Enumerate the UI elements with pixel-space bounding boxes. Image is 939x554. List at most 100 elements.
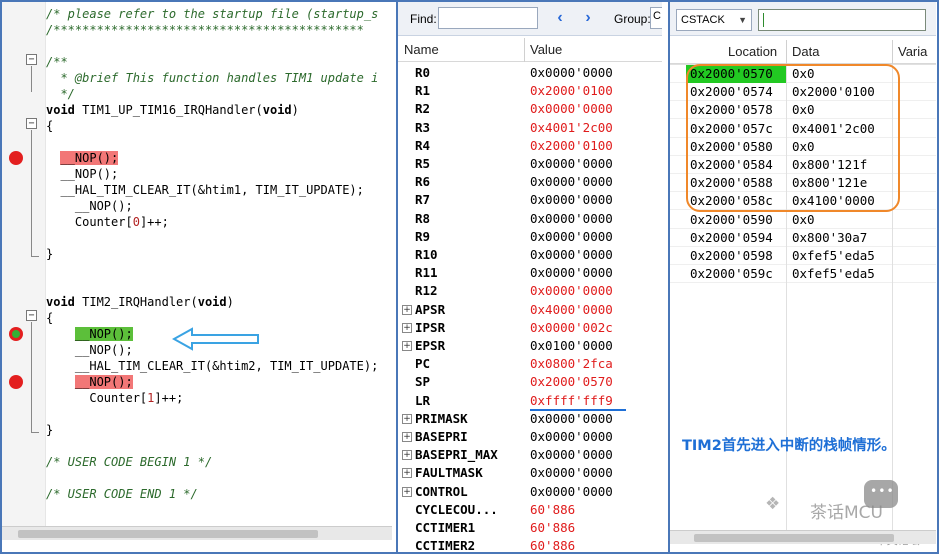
register-value[interactable]: 60'886 [530,519,575,537]
column-header-location[interactable]: Location [728,44,777,59]
code-line[interactable]: void TIM1_UP_TIM16_IRQHandler(void) [46,102,299,118]
register-row[interactable]: + BASEPRI_MAX 0x0000'0000 [398,446,662,464]
column-header-name[interactable]: Name [404,42,439,57]
register-value[interactable]: 0x0000'0000 [530,428,613,446]
register-value[interactable]: 0x0000'0000 [530,100,613,118]
expand-icon[interactable]: + [402,486,412,497]
register-row[interactable]: LR 0xffff'fff9 [398,392,662,410]
code-line[interactable]: __HAL_TIM_CLEAR_IT(&htim1, TIM_IT_UPDATE… [46,182,363,198]
register-value[interactable]: 0x4001'2c00 [530,119,613,137]
register-value[interactable]: 0x0000'0000 [530,210,613,228]
scrollbar-thumb[interactable] [694,534,894,542]
scrollbar-thumb[interactable] [18,530,318,538]
register-row[interactable]: + APSR 0x4000'0000 [398,301,662,319]
code-line[interactable]: __NOP(); [46,342,133,358]
code-line[interactable]: /* USER CODE END 1 */ [46,486,198,502]
register-row[interactable]: + CONTROL 0x0000'0000 [398,483,662,501]
stack-row[interactable]: 0x2000'0590 0x0 [670,211,936,229]
code-line[interactable]: __NOP(); [46,198,133,214]
register-row[interactable]: SP 0x2000'0570 [398,373,662,391]
register-value[interactable]: 0x0000'0000 [530,64,613,82]
register-value[interactable]: 0xffff'fff9 [530,392,613,410]
expand-icon[interactable]: + [402,341,412,351]
register-row[interactable]: R1 0x2000'0100 [398,82,662,100]
editor-gutter[interactable] [2,2,46,540]
column-header-value[interactable]: Value [530,42,562,57]
stack-expression-field[interactable] [758,9,926,31]
register-value[interactable]: 0x2000'0100 [530,82,613,100]
code-line[interactable]: Counter[0]++; [46,214,169,230]
group-select[interactable]: C [650,7,662,29]
register-row[interactable]: + IPSR 0x0000'002c [398,319,662,337]
register-value[interactable]: 0x0000'0000 [530,282,613,300]
register-value[interactable]: 0x2000'0570 [530,373,613,391]
stack-horizontal-scrollbar[interactable] [670,530,936,544]
register-row[interactable]: R8 0x0000'0000 [398,210,662,228]
breakpoint-icon[interactable] [9,151,23,165]
code-line[interactable]: __NOP(); [46,150,119,166]
stack-row[interactable]: 0x2000'0598 0xfef5'eda5 [670,247,936,265]
expand-icon[interactable]: + [402,304,412,315]
register-value[interactable]: 0x0000'0000 [530,173,613,191]
register-value[interactable]: 0x0000'0000 [530,483,613,501]
code-line[interactable]: Counter[1]++; [46,390,183,406]
code-line[interactable]: /** [46,54,68,70]
register-value[interactable]: 0x0000'0000 [530,228,613,246]
expand-icon[interactable]: + [402,413,412,424]
editor-horizontal-scrollbar[interactable] [2,526,392,540]
breakpoint-icon[interactable] [9,375,23,389]
column-divider[interactable] [786,40,787,64]
code-line[interactable]: { [46,118,53,134]
register-row[interactable]: PC 0x0800'2fca [398,355,662,373]
register-value[interactable]: 0x0000'0000 [530,246,613,264]
fold-toggle-tim2[interactable]: − [26,310,37,321]
chevron-left-icon[interactable]: ‹ [552,10,568,26]
register-row[interactable]: R10 0x0000'0000 [398,246,662,264]
code-line[interactable]: /***************************************… [46,22,364,38]
code-line[interactable]: /* please refer to the startup file (sta… [46,6,378,22]
register-row[interactable]: R9 0x0000'0000 [398,228,662,246]
code-line[interactable]: */ [46,86,74,102]
register-row[interactable]: CCTIMER1 60'886 [398,519,662,537]
code-line[interactable]: __NOP(); [46,166,118,182]
code-line[interactable]: void TIM2_IRQHandler(void) [46,294,234,310]
register-value[interactable]: 0x0000'0000 [530,464,613,482]
expand-icon[interactable]: + [402,450,412,461]
column-divider[interactable] [524,38,525,62]
register-value[interactable]: 0x2000'0100 [530,137,613,155]
register-row[interactable]: + FAULTMASK 0x0000'0000 [398,464,662,482]
register-row[interactable]: R6 0x0000'0000 [398,173,662,191]
column-divider[interactable] [892,40,893,64]
register-row[interactable]: R5 0x0000'0000 [398,155,662,173]
register-row[interactable]: R2 0x0000'0000 [398,100,662,118]
code-line[interactable]: __NOP(); [46,326,133,342]
register-row[interactable]: R7 0x0000'0000 [398,191,662,209]
code-line[interactable]: * @brief This function handles TIM1 upda… [46,70,378,86]
register-value[interactable]: 60'886 [530,537,575,552]
chevron-right-icon[interactable]: › [580,10,596,26]
register-row[interactable]: + BASEPRI 0x0000'0000 [398,428,662,446]
code-line[interactable]: __NOP(); [46,374,133,390]
register-row[interactable]: R11 0x0000'0000 [398,264,662,282]
fold-toggle-tim1[interactable]: − [26,118,37,129]
stack-row[interactable]: 0x2000'059c 0xfef5'eda5 [670,265,936,284]
find-input[interactable] [438,7,538,29]
register-row[interactable]: CYCLECOU... 60'886 [398,501,662,519]
code-line[interactable]: } [46,422,53,438]
register-row[interactable]: R12 0x0000'0000 [398,282,662,300]
code-line[interactable]: } [46,246,53,262]
register-value[interactable]: 60'886 [530,501,575,519]
code-line[interactable]: /* USER CODE BEGIN 1 */ [46,454,212,470]
register-value[interactable]: 0x0000'0000 [530,264,613,282]
register-row[interactable]: + EPSR 0x0100'0000 [398,337,662,355]
code-line[interactable]: __HAL_TIM_CLEAR_IT(&htim2, TIM_IT_UPDATE… [46,358,378,374]
code-editor[interactable]: /* please refer to the startup file (sta… [2,2,392,540]
stack-select[interactable]: CSTACK ▼ [676,9,752,31]
fold-toggle-comment[interactable]: − [26,54,37,65]
expand-icon[interactable]: + [402,432,412,442]
current-statement-icon[interactable] [9,327,23,341]
register-value[interactable]: 0x0000'0000 [530,446,613,464]
column-header-variable[interactable]: Varia [898,44,927,59]
register-value[interactable]: 0x0000'002c [530,319,613,337]
expand-icon[interactable]: + [402,468,412,479]
